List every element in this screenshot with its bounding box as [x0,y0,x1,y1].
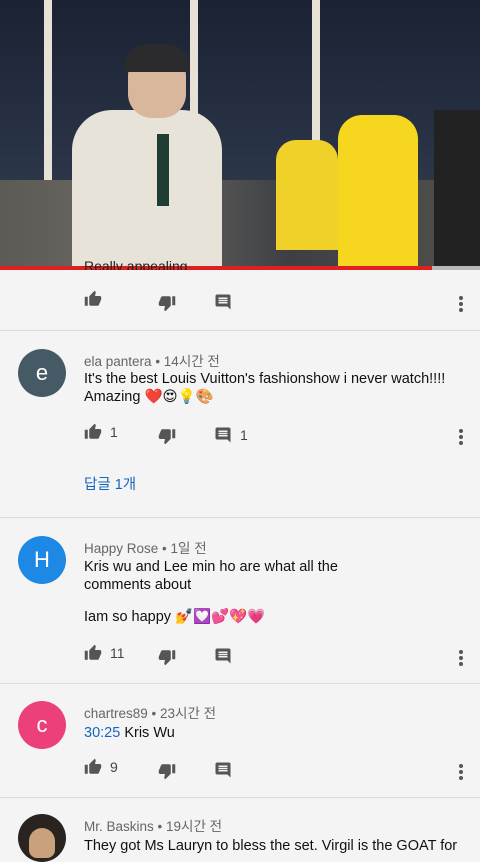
comment-author[interactable]: Happy Rose [84,541,158,556]
like-button[interactable]: 1 [84,423,118,441]
like-count: 9 [110,759,118,775]
avatar[interactable]: e [18,349,66,397]
previous-comment-text: Really appealing [84,258,188,270]
view-replies-link[interactable]: 답글 1개 [84,473,136,494]
more-vert-icon[interactable] [458,427,464,447]
comment-time: 23시간 전 [160,706,217,721]
comment-divider [0,797,480,798]
model-hair [124,44,190,72]
thumb-down-icon[interactable] [158,427,176,445]
avatar[interactable]: H [18,536,66,584]
like-button[interactable]: 11 [84,644,125,662]
like-count: 11 [110,645,125,661]
comment-author[interactable]: chartres89 [84,706,148,721]
comment-meta: chartres89 • 23시간 전 [84,706,217,721]
comment-actions: 1 1 [0,423,480,451]
reply-button[interactable]: 1 [214,426,248,444]
avatar[interactable] [18,814,66,862]
comment-time: 14시간 전 [163,354,220,369]
comment-text: 30:25 Kris Wu [84,724,454,742]
like-count: 1 [110,424,118,440]
comment-actions: 11 [0,644,480,672]
more-vert-icon[interactable] [458,648,464,668]
comment-meta: Mr. Baskins • 19시간 전 [84,819,223,834]
more-vert-icon[interactable] [458,762,464,782]
comment-text-line: Kris wu and Lee min ho are what all the [84,559,338,575]
comment-text-line: comments about [84,577,192,593]
comment-text: They got Ms Lauryn to bless the set. Vir… [84,837,458,855]
comment-icon[interactable] [214,647,232,665]
comment-text: It's the best Louis Vuitton's fashionsho… [84,370,454,406]
comment-text: Kris wu and Lee min ho are what all the … [84,558,454,626]
comment-author[interactable]: Mr. Baskins [84,819,154,834]
model-suit [72,110,222,268]
comment-text-line: They got Ms Lauryn to bless the set. Vir… [84,838,458,854]
thumb-up-icon[interactable] [84,290,102,308]
thumb-down-icon[interactable] [158,762,176,780]
yellow-suit-model [276,140,338,250]
model-tie [157,134,169,206]
thumb-up-icon [84,644,102,660]
avatar-photo [29,828,55,858]
comment-text-line: Iam so happy 💅💟💕💖💗 [84,609,266,625]
comment-icon[interactable] [214,761,232,779]
more-vert-icon[interactable] [458,294,464,314]
comment-time: 1일 전 [170,541,207,556]
thumb-up-icon [84,423,102,439]
comment-meta: Happy Rose • 1일 전 [84,541,207,556]
comment-meta: ela pantera • 14시간 전 [84,354,220,369]
comment-time: 19시간 전 [166,819,223,834]
comment-author[interactable]: ela pantera [84,354,152,369]
thumb-down-icon[interactable] [158,294,176,312]
stage-pole [44,0,52,200]
comment-text-line: It's the best Louis Vuitton's fashionsho… [84,371,446,387]
comment-icon[interactable] [214,293,232,311]
comment-icon [215,427,231,443]
timestamp-link[interactable]: 30:25 [84,725,120,741]
comment-divider [0,517,480,518]
yellow-suit-model [338,115,418,268]
like-button[interactable]: 9 [84,758,118,776]
reply-count: 1 [240,427,248,443]
comment-text-line: Amazing ❤️😍💡🎨 [84,389,214,405]
comment-divider [0,330,480,331]
comment-divider [0,683,480,684]
avatar[interactable]: c [18,701,66,749]
dark-suit-figure [434,110,480,268]
comment-text-tail: Kris Wu [120,725,175,741]
previous-comment-actions [0,290,480,318]
comment-actions: 9 [0,758,480,786]
thumb-down-icon[interactable] [158,648,176,666]
thumb-up-icon [84,758,102,774]
video-player[interactable] [0,0,480,268]
